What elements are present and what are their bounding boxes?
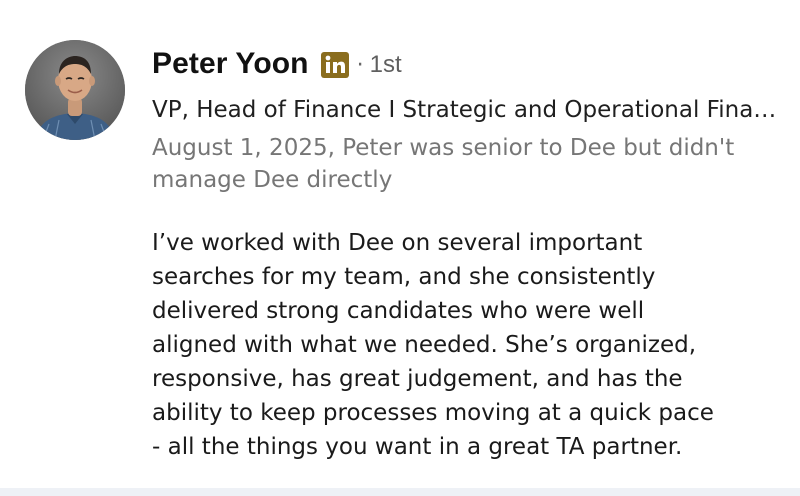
separator: ·	[356, 52, 364, 78]
profile-photo	[25, 40, 125, 140]
recommendation-header: Peter Yoon · 1st VP, Head of Finance I S…	[152, 44, 784, 196]
relationship-text: August 1, 2025, Peter was senior to Dee …	[152, 135, 735, 193]
linkedin-icon	[320, 52, 349, 78]
name-row: Peter Yoon · 1st	[152, 44, 784, 84]
author-headline: VP, Head of Finance I Strategic and Oper…	[152, 97, 782, 123]
avatar[interactable]	[25, 40, 125, 140]
author-name[interactable]: Peter Yoon	[152, 47, 309, 81]
recommendation-text: I’ve worked with Dee on several importan…	[152, 230, 714, 460]
recommendation-card: Peter Yoon · 1st VP, Head of Finance I S…	[0, 0, 800, 488]
connection-degree: 1st	[369, 51, 402, 78]
bottom-divider	[0, 488, 800, 496]
